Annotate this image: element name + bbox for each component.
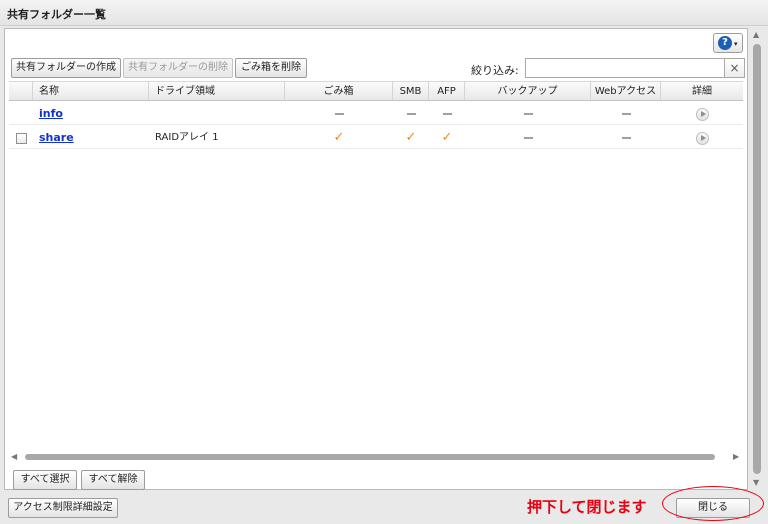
select-all-button[interactable]: すべて選択 — [13, 470, 77, 490]
drive-cell — [149, 102, 285, 125]
dash-icon — [621, 137, 631, 139]
afp-cell: ✓ — [429, 126, 465, 149]
window-titlebar: 共有フォルダー一覧 — [0, 0, 768, 26]
chevron-down-icon: ▾ — [734, 40, 738, 48]
delete-folder-button[interactable]: 共有フォルダーの削除 — [123, 58, 233, 78]
column-header-drive[interactable]: ドライブ領域 — [149, 81, 285, 101]
vertical-scrollbar[interactable]: ▲ ▼ — [750, 28, 764, 490]
help-icon: ? — [718, 36, 732, 50]
folder-name-link[interactable]: share — [39, 131, 74, 144]
afp-cell — [429, 102, 465, 125]
drive-cell: RAIDアレイ 1 — [155, 132, 219, 143]
delete-trash-button[interactable]: ごみ箱を削除 — [235, 58, 307, 78]
scroll-down-icon[interactable]: ▼ — [753, 478, 759, 487]
backup-cell — [465, 126, 591, 149]
column-header-trash[interactable]: ごみ箱 — [285, 81, 393, 101]
dash-icon — [621, 113, 631, 115]
access-settings-button[interactable]: アクセス制限詳細設定 — [8, 498, 118, 518]
column-header-detail[interactable]: 詳細 — [661, 81, 743, 101]
dash-icon — [523, 137, 533, 139]
vertical-scroll-thumb[interactable] — [753, 44, 761, 474]
folder-name-cell: share — [33, 126, 149, 149]
trash-cell: ✓ — [285, 126, 393, 149]
row-checkbox-cell — [9, 126, 33, 149]
webaccess-cell — [591, 126, 661, 149]
highlight-circle — [662, 486, 764, 521]
smb-cell — [393, 102, 429, 125]
detail-cell — [661, 102, 743, 125]
horizontal-scroll-thumb[interactable] — [25, 454, 715, 460]
folder-name-cell: info — [33, 102, 149, 125]
horizontal-scrollbar[interactable]: ◀ ▶ — [11, 452, 743, 462]
filter-input[interactable] — [525, 58, 725, 78]
webaccess-cell — [591, 102, 661, 125]
table-row[interactable]: info — [9, 102, 743, 125]
dash-icon — [406, 113, 416, 115]
create-folder-button[interactable]: 共有フォルダーの作成 — [11, 58, 121, 78]
dash-icon — [334, 113, 344, 115]
deselect-all-button[interactable]: すべて解除 — [81, 470, 145, 490]
check-icon: ✓ — [441, 130, 453, 145]
trash-cell — [285, 102, 393, 125]
column-header-afp[interactable]: AFP — [429, 81, 465, 101]
column-header-backup[interactable]: バックアップ — [465, 81, 591, 101]
table-row[interactable]: share RAIDアレイ 1 ✓ ✓ ✓ — [9, 126, 743, 149]
smb-cell: ✓ — [393, 126, 429, 149]
play-circle-icon[interactable] — [695, 107, 709, 121]
scroll-left-icon[interactable]: ◀ — [11, 452, 17, 461]
row-checkbox-cell — [9, 102, 33, 125]
column-header-webaccess[interactable]: Webアクセス — [591, 81, 661, 101]
scroll-up-icon[interactable]: ▲ — [753, 30, 759, 39]
check-icon: ✓ — [405, 130, 417, 145]
filter-label: 絞り込み: — [471, 64, 519, 77]
dash-icon — [442, 113, 452, 115]
scroll-right-icon[interactable]: ▶ — [733, 452, 739, 461]
backup-cell — [465, 102, 591, 125]
filter-clear-button[interactable]: × — [725, 58, 745, 78]
close-annotation: 押下して閉じます — [527, 498, 647, 516]
row-checkbox[interactable] — [15, 132, 27, 144]
check-icon: ✓ — [333, 130, 345, 145]
folder-name-link[interactable]: info — [39, 107, 63, 120]
column-header-smb[interactable]: SMB — [393, 81, 429, 101]
window-title: 共有フォルダー一覧 — [7, 8, 106, 21]
checkbox-header — [9, 81, 33, 101]
help-button[interactable]: ? ▾ — [713, 33, 743, 53]
detail-cell — [661, 126, 743, 149]
shared-folder-panel: ? ▾ 共有フォルダーの作成 共有フォルダーの削除 ごみ箱を削除 絞り込み: ×… — [4, 28, 748, 490]
dash-icon — [523, 113, 533, 115]
play-circle-icon[interactable] — [695, 131, 709, 145]
column-header-name[interactable]: 名称 — [33, 81, 149, 101]
